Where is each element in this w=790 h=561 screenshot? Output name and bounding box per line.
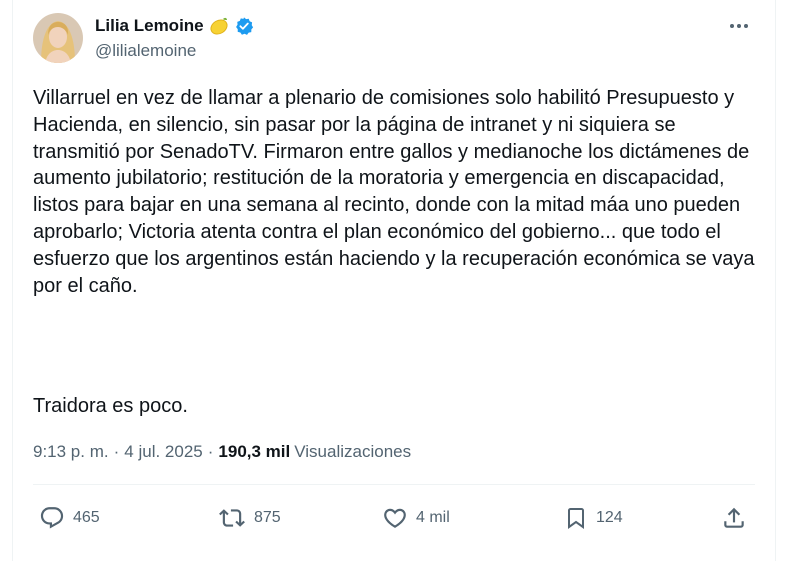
repost-count: 875 [254,509,281,526]
like-count: 4 mil [416,509,450,526]
author-display-name[interactable]: Lilia Lemoine [95,16,204,36]
share-button[interactable] [721,505,747,531]
views-count: 190,3 mil [218,442,291,461]
action-bar: 465 875 4 mil 124 [13,505,775,535]
reply-icon [40,507,64,529]
avatar[interactable] [33,13,83,63]
author-name-row[interactable]: Lilia Lemoine [95,15,254,37]
tweet-body: Villarruel en vez de llamar a plenario d… [33,87,755,297]
tweet-closing-line: Traidora es poco. [33,395,188,417]
divider [33,484,755,485]
tweet-date[interactable]: 4 jul. 2025 [124,442,202,462]
meta-separator: · [207,442,214,461]
meta-separator: · [113,442,120,461]
lemon-icon [208,15,230,37]
author-handle[interactable]: @lilialemoine [95,41,196,61]
reply-button[interactable]: 465 [39,505,100,531]
like-button[interactable]: 4 mil [382,505,450,531]
bookmark-count: 124 [596,509,623,526]
views-label: Visualizaciones [294,442,412,461]
heart-icon [384,508,406,528]
tweet-meta: 9:13 p. m. · 4 jul. 2025 · 190,3 mil Vis… [33,442,411,462]
repost-icon [219,509,245,527]
bookmark-button[interactable]: 124 [564,505,623,531]
tweet-card: Lilia Lemoine @lilialemoine Villarruel e… [12,0,776,561]
bookmark-icon [568,508,584,529]
verified-badge-icon[interactable] [234,16,254,36]
tweet-time[interactable]: 9:13 p. m. [33,442,109,462]
repost-button[interactable]: 875 [218,505,281,531]
more-options-icon[interactable] [725,16,753,36]
reply-count: 465 [73,509,100,526]
share-icon [724,507,744,528]
